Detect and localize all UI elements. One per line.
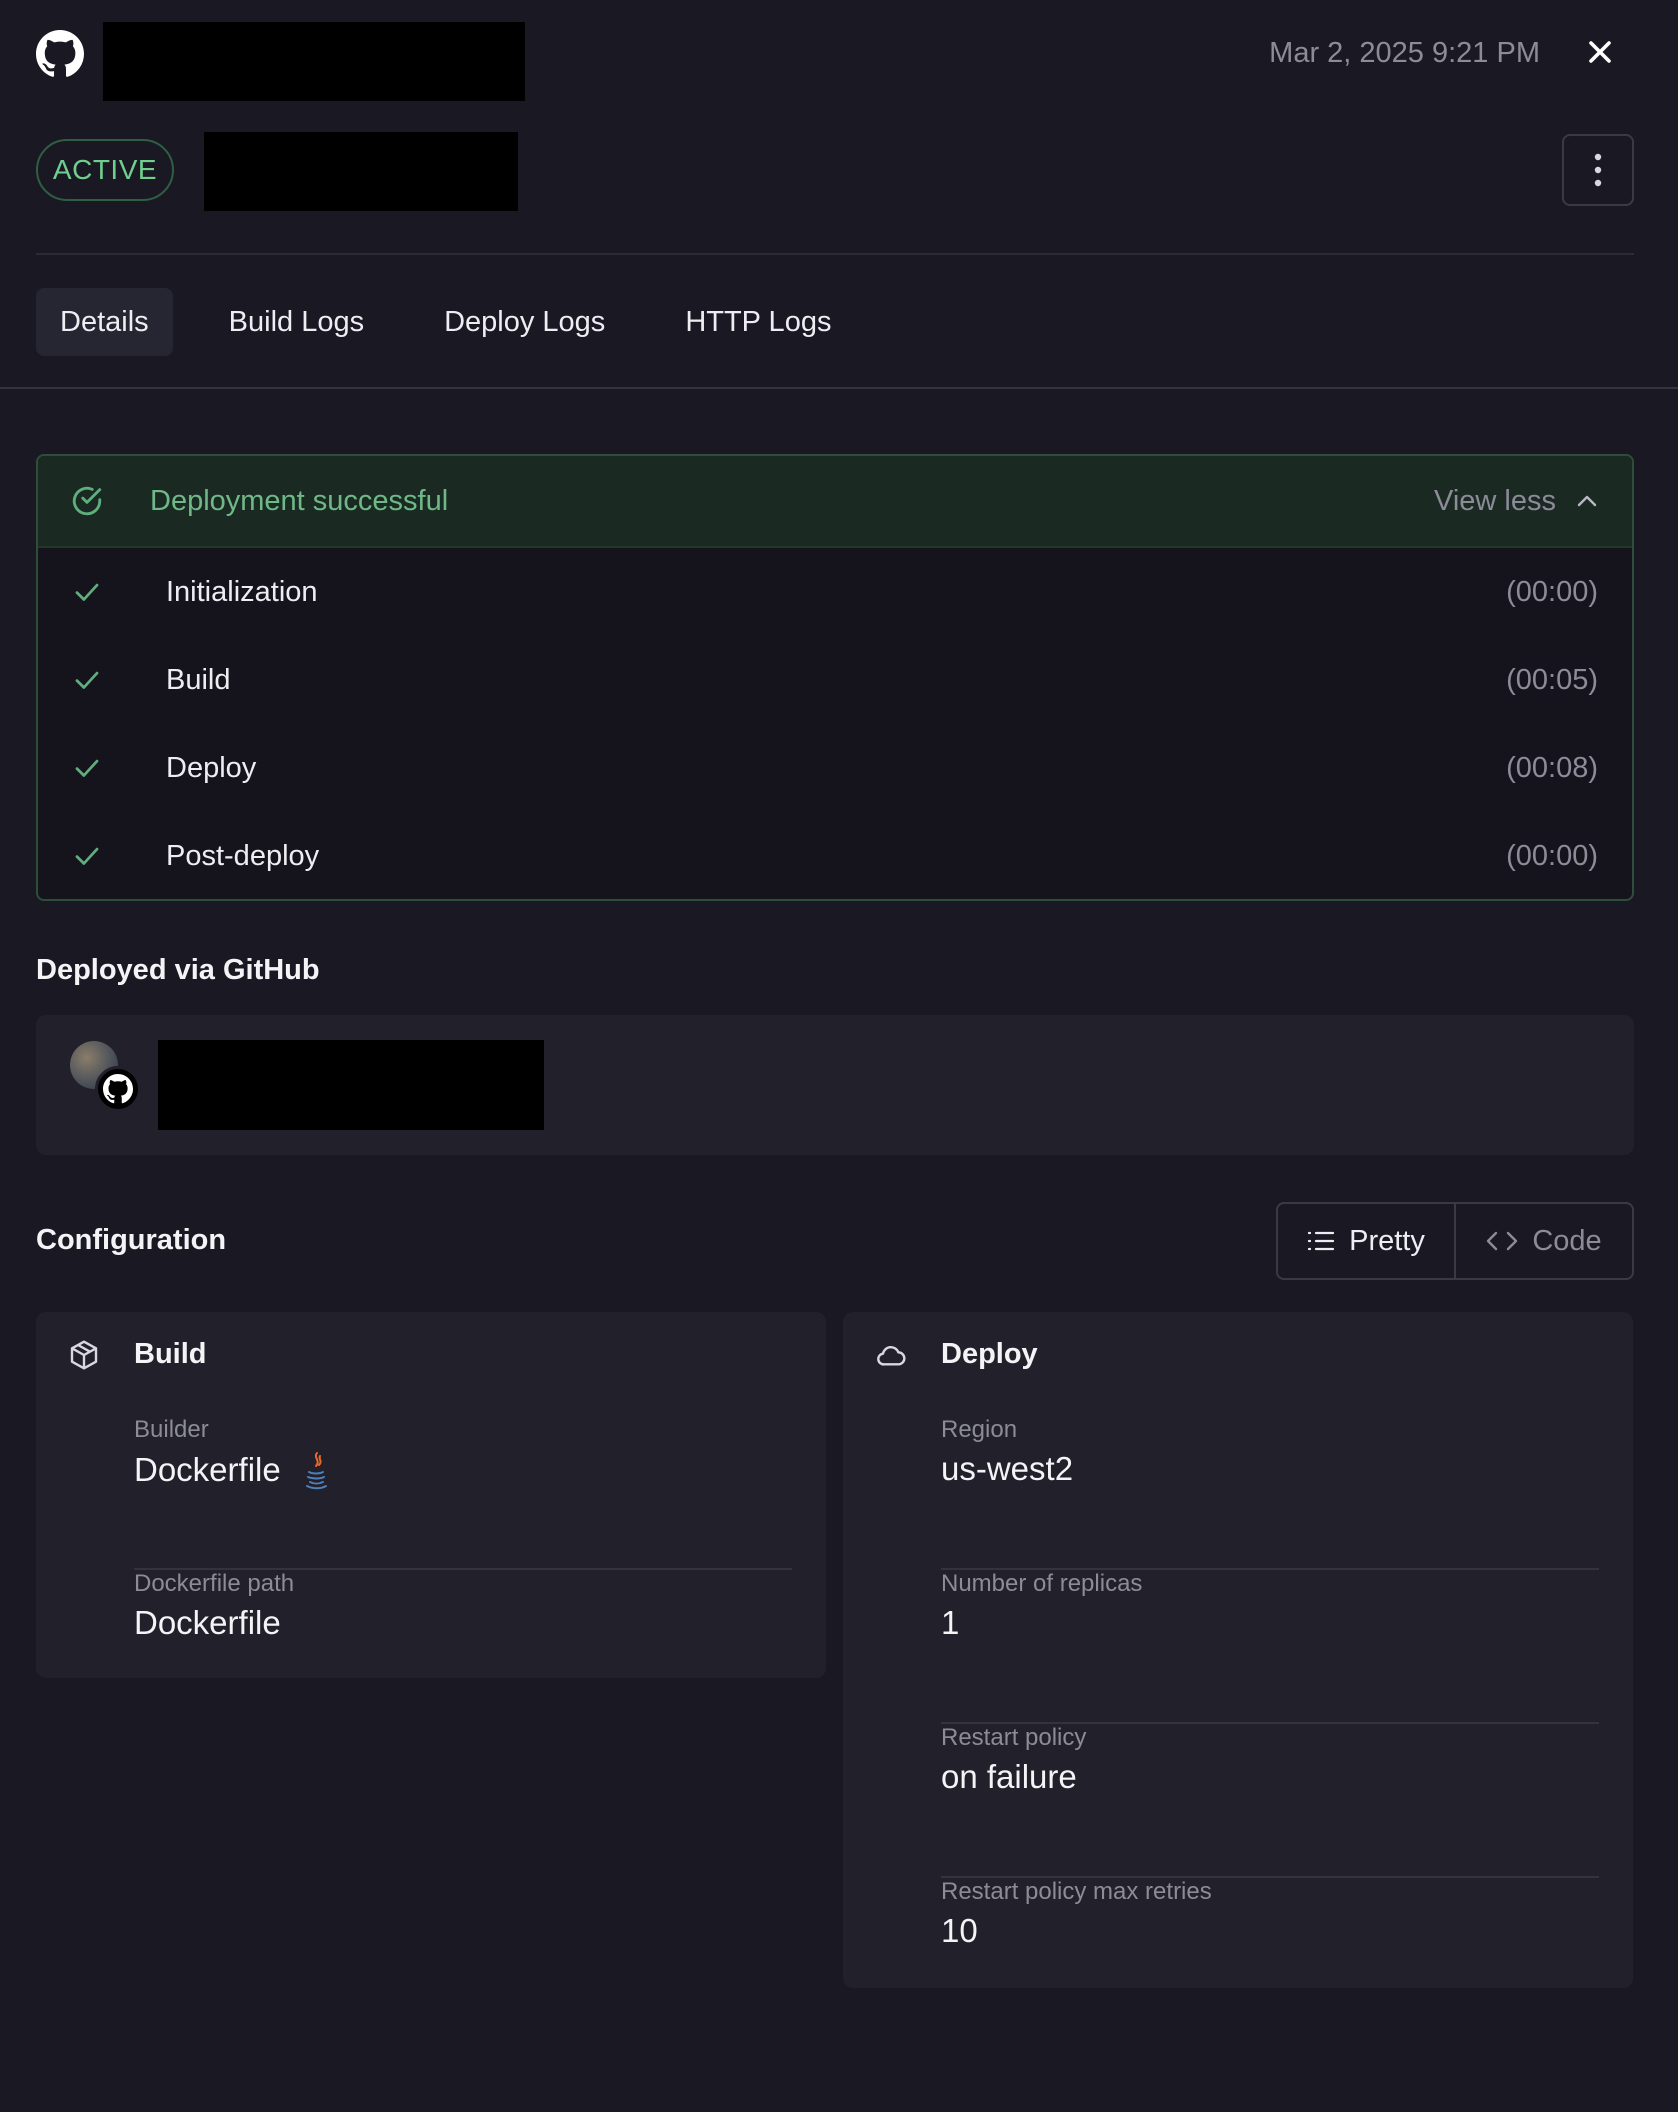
- tab-details[interactable]: Details: [36, 288, 173, 356]
- step-row-post-deploy: Post-deploy (00:00): [38, 812, 1632, 899]
- check-icon: [75, 759, 99, 777]
- code-label: Code: [1532, 1224, 1602, 1257]
- restart-policy-value: on failure: [941, 1758, 1077, 1795]
- configuration-section-title: Configuration: [36, 1224, 227, 1256]
- check-icon: [75, 583, 99, 601]
- status-badge: ACTIVE: [36, 139, 174, 201]
- tab-deploy-logs[interactable]: Deploy Logs: [420, 288, 629, 356]
- dockerfile-path-label: Dockerfile path: [134, 1570, 295, 1597]
- tabs-divider: [0, 387, 1678, 389]
- redacted-deployment-id: [204, 132, 518, 211]
- builder-field: Builder Dockerfile: [134, 1416, 792, 1570]
- restart-policy-label: Restart policy: [941, 1724, 1087, 1751]
- check-icon: [75, 671, 99, 689]
- deployment-details-panel: Mar 2, 2025 9:21 PM ACTIVE Details Build…: [0, 0, 1678, 2112]
- dockerfile-path-value: Dockerfile: [134, 1604, 281, 1641]
- max-retries-field: Restart policy max retries 10: [941, 1878, 1599, 1968]
- deployment-status-card: Deployment successful View less Initiali…: [36, 454, 1634, 901]
- step-row-deploy: Deploy (00:08): [38, 724, 1632, 812]
- build-config-title: Build: [134, 1338, 207, 1370]
- tab-bar: Details Build Logs Deploy Logs HTTP Logs: [36, 288, 887, 356]
- step-row-initialization: Initialization (00:00): [38, 548, 1632, 636]
- redacted-commit-info: [158, 1040, 544, 1130]
- source-section-title: Deployed via GitHub: [36, 954, 320, 986]
- step-label: Build: [166, 663, 231, 696]
- builder-label: Builder: [134, 1416, 209, 1443]
- max-retries-value: 10: [941, 1912, 978, 1949]
- replicas-value: 1: [941, 1604, 960, 1641]
- pretty-label: Pretty: [1349, 1224, 1425, 1257]
- kebab-menu-icon: [1594, 153, 1602, 187]
- code-icon: [1487, 1231, 1518, 1251]
- step-label: Initialization: [166, 575, 318, 608]
- dockerfile-path-field: Dockerfile path Dockerfile: [134, 1570, 792, 1660]
- more-options-button[interactable]: [1562, 134, 1634, 206]
- github-icon: [36, 30, 84, 77]
- header-divider: [36, 253, 1634, 255]
- deployment-timestamp: Mar 2, 2025 9:21 PM: [1269, 37, 1540, 69]
- max-retries-label: Restart policy max retries: [941, 1878, 1212, 1905]
- region-field: Region us-west2: [941, 1416, 1599, 1570]
- check-icon: [75, 847, 99, 865]
- deployment-status-title: Deployment successful: [150, 484, 449, 517]
- cloud-icon: [877, 1345, 906, 1366]
- step-label: Deploy: [166, 751, 257, 784]
- pretty-view-button[interactable]: Pretty: [1278, 1204, 1456, 1278]
- replicas-label: Number of replicas: [941, 1570, 1143, 1597]
- step-duration: (00:05): [1506, 663, 1598, 696]
- view-less-button[interactable]: View less: [1434, 485, 1598, 518]
- build-config-header: Build: [68, 1338, 207, 1371]
- replicas-field: Number of replicas 1: [941, 1570, 1599, 1724]
- box-icon: [70, 1339, 98, 1370]
- restart-policy-field: Restart policy on failure: [941, 1724, 1599, 1878]
- step-label: Post-deploy: [166, 839, 320, 872]
- deployment-status-header[interactable]: Deployment successful View less: [38, 456, 1632, 548]
- code-view-button[interactable]: Code: [1456, 1204, 1632, 1278]
- tab-build-logs[interactable]: Build Logs: [205, 288, 388, 356]
- builder-value-row: Dockerfile: [134, 1450, 331, 1490]
- config-view-toggle: Pretty Code: [1276, 1202, 1634, 1280]
- step-duration: (00:00): [1506, 839, 1598, 872]
- step-duration: (00:08): [1506, 751, 1598, 784]
- java-icon: [305, 1452, 327, 1490]
- step-duration: (00:00): [1506, 575, 1598, 608]
- view-less-label: View less: [1434, 484, 1556, 517]
- redacted-service-name: [103, 22, 525, 101]
- deploy-config-header: Deploy: [875, 1338, 1038, 1371]
- region-value: us-west2: [941, 1450, 1074, 1487]
- region-label: Region: [941, 1416, 1018, 1443]
- check-circle-icon: [72, 486, 102, 516]
- build-config-card: Build Builder Dockerfile Dockerfile path…: [36, 1312, 826, 1678]
- tab-http-logs[interactable]: HTTP Logs: [661, 288, 855, 356]
- github-badge-icon: [95, 1066, 141, 1112]
- builder-value: Dockerfile: [134, 1451, 281, 1488]
- chevron-up-icon: [1577, 495, 1597, 507]
- deploy-config-title: Deploy: [941, 1338, 1038, 1370]
- list-icon: [1308, 1231, 1335, 1251]
- deploy-config-card: Deploy Region us-west2 Number of replica…: [843, 1312, 1633, 1988]
- close-icon[interactable]: [1582, 34, 1618, 70]
- step-row-build: Build (00:05): [38, 636, 1632, 724]
